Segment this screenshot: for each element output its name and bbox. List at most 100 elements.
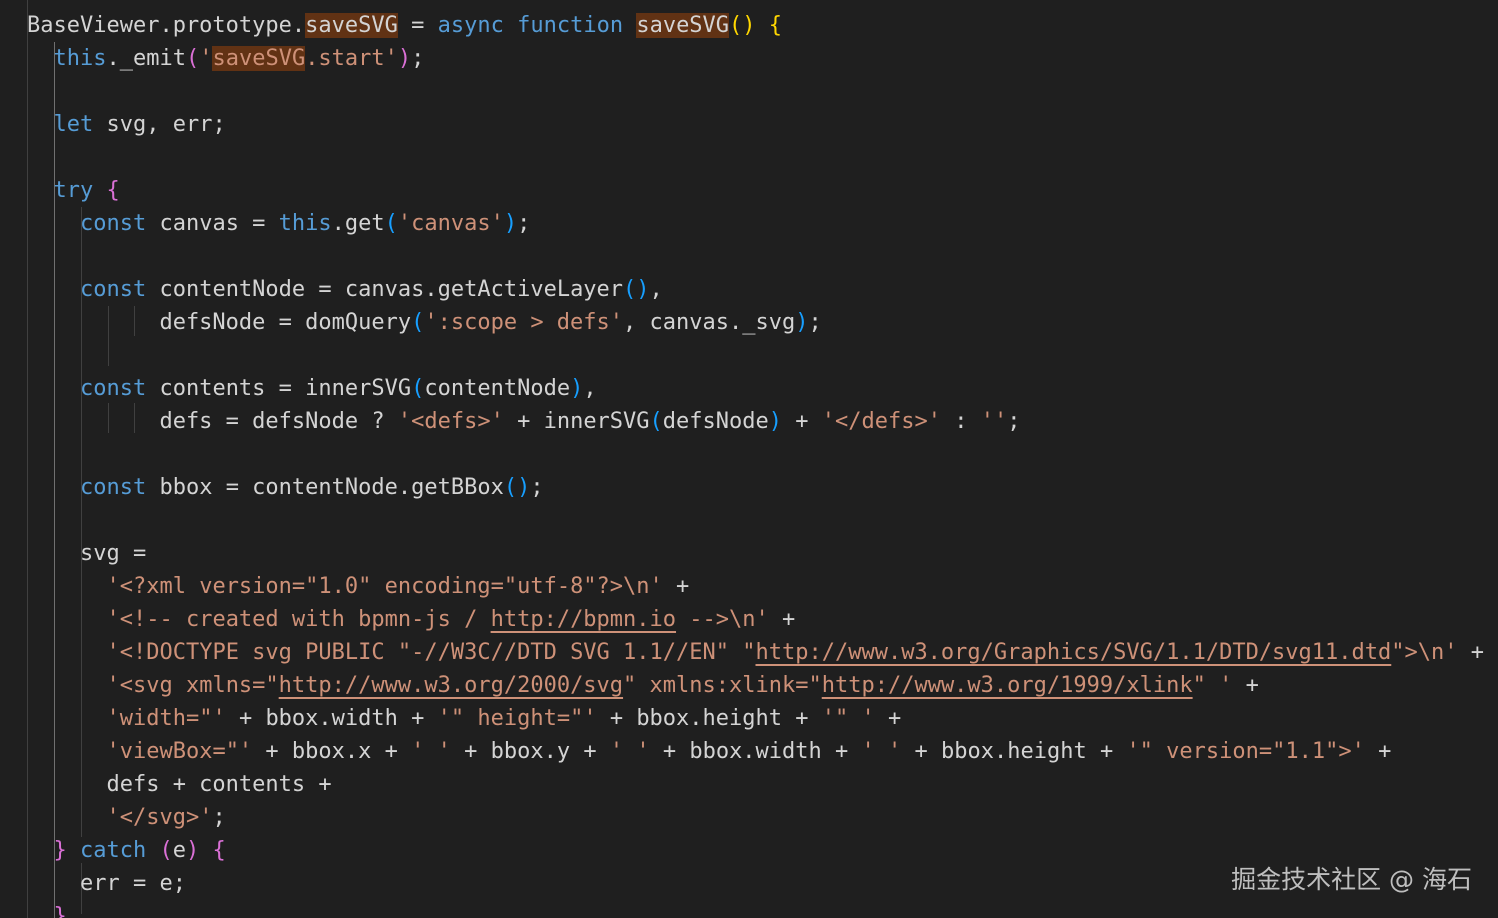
code-token: this [53, 46, 107, 71]
code-line[interactable]: } [27, 900, 67, 918]
code-token: ._emit [106, 46, 186, 71]
code-token: + bbox.width + [649, 739, 862, 764]
code-token: '" version="1.1">' [1126, 739, 1365, 764]
code-line[interactable]: let svg, err; [27, 108, 226, 141]
code-token: .get [331, 211, 385, 236]
code-line[interactable]: const contents = innerSVG(contentNode), [27, 372, 597, 405]
code-token: ( [159, 838, 173, 863]
code-token: ) [397, 46, 412, 71]
code-line[interactable]: svg = [27, 537, 146, 570]
code-token: { [106, 178, 120, 203]
code-token: '" height="' [437, 706, 597, 731]
code-token: : [940, 409, 981, 434]
code-token: } [53, 838, 67, 863]
code-token: " ' [1192, 673, 1233, 698]
code-token: defsNode [662, 409, 769, 434]
code-token: 'viewBox="' [106, 739, 253, 764]
code-token: + [1457, 640, 1484, 665]
code-line[interactable]: '<svg xmlns="http://www.w3.org/2000/svg"… [27, 669, 1259, 702]
code-line[interactable]: defsNode = domQuery(':scope > defs', can… [27, 306, 821, 339]
code-token: '" ' [821, 706, 875, 731]
code-token: ) [795, 310, 809, 335]
code-token: ) [768, 409, 783, 434]
code-token: contentNode [424, 376, 571, 401]
code-token: const [79, 211, 147, 236]
code-token: { [212, 838, 226, 863]
code-token: ( [384, 211, 398, 236]
code-token: ( [411, 376, 425, 401]
code-token: function [517, 13, 624, 38]
code-line[interactable]: '<!DOCTYPE svg PUBLIC "-//W3C//DTD SVG 1… [27, 636, 1484, 669]
code-editor[interactable]: BaseViewer.prototype.saveSVG = async fun… [0, 0, 1498, 918]
code-line[interactable]: const bbox = contentNode.getBBox(); [27, 471, 544, 504]
code-line[interactable]: '<?xml version="1.0" encoding="utf-8"?>\… [27, 570, 689, 603]
code-line[interactable]: } catch (e) { [27, 834, 226, 867]
code-token: '<!DOCTYPE svg PUBLIC "-//W3C//DTD SVG 1… [106, 640, 756, 665]
code-line[interactable]: 'viewBox="' + bbox.x + ' ' + bbox.y + ' … [27, 735, 1391, 768]
code-line[interactable]: '</svg>'; [27, 801, 225, 834]
code-token: + [782, 409, 822, 434]
code-token: saveSVG [212, 46, 306, 71]
code-token: canvas = [146, 211, 279, 236]
code-token: ; [530, 475, 544, 500]
code-token: contents = innerSVG [146, 376, 412, 401]
code-line[interactable]: defs = defsNode ? '<defs>' + innerSVG(de… [27, 405, 1020, 438]
code-line[interactable]: BaseViewer.prototype.saveSVG = async fun… [27, 9, 782, 42]
code-token: '<!-- created with bpmn-js / [106, 607, 491, 632]
code-token: async [437, 13, 504, 38]
code-link[interactable]: http://bpmn.io [491, 607, 676, 632]
code-token: , canvas._svg [623, 310, 796, 335]
code-token: err = e; [27, 871, 186, 896]
code-token: const [79, 475, 147, 500]
code-token: ':scope > defs' [424, 310, 624, 335]
code-token: () [623, 277, 650, 302]
code-token: ; [1007, 409, 1021, 434]
code-token: this [278, 211, 332, 236]
code-link[interactable]: http://www.w3.org/1999/xlink [822, 673, 1193, 698]
code-line[interactable]: err = e; [27, 867, 186, 900]
code-token: " xmlns:xlink=" [623, 673, 822, 698]
code-token: '<?xml version="1.0" encoding="utf-8"?>\… [106, 574, 663, 599]
watermark: 掘金技术社区 @ 海石 [1231, 865, 1472, 894]
code-token: + bbox.y + [450, 739, 610, 764]
code-token: saveSVG [305, 13, 398, 38]
code-token: let [53, 112, 94, 137]
code-token: ) [503, 211, 518, 236]
code-token: ( [411, 310, 425, 335]
code-token: '' [980, 409, 1008, 434]
code-line[interactable]: 'width="' + bbox.width + '" height="' + … [27, 702, 901, 735]
code-token: ( [185, 46, 200, 71]
code-line[interactable]: const contentNode = canvas.getActiveLaye… [27, 273, 663, 306]
code-token: + [874, 706, 902, 731]
code-line[interactable]: this._emit('saveSVG.start'); [27, 42, 424, 75]
code-token: '<svg xmlns=" [106, 673, 279, 698]
code-token: ' ' [609, 739, 650, 764]
code-token: e [172, 838, 186, 863]
code-token: + [1232, 673, 1259, 698]
code-line[interactable]: '<!-- created with bpmn-js / http://bpmn… [27, 603, 795, 636]
code-token: + [662, 574, 690, 599]
code-link[interactable]: http://www.w3.org/2000/svg [279, 673, 623, 698]
code-line[interactable]: try { [27, 174, 120, 207]
code-token: ' [199, 46, 213, 71]
code-token: try [53, 178, 94, 203]
code-token: ' ' [861, 739, 902, 764]
code-line[interactable]: defs + contents + [27, 768, 331, 801]
code-line[interactable]: const canvas = this.get('canvas'); [27, 207, 530, 240]
code-link[interactable]: http://www.w3.org/Graphics/SVG/1.1/DTD/s… [756, 640, 1392, 665]
code-token: { [768, 13, 783, 38]
code-token: = [397, 13, 438, 38]
